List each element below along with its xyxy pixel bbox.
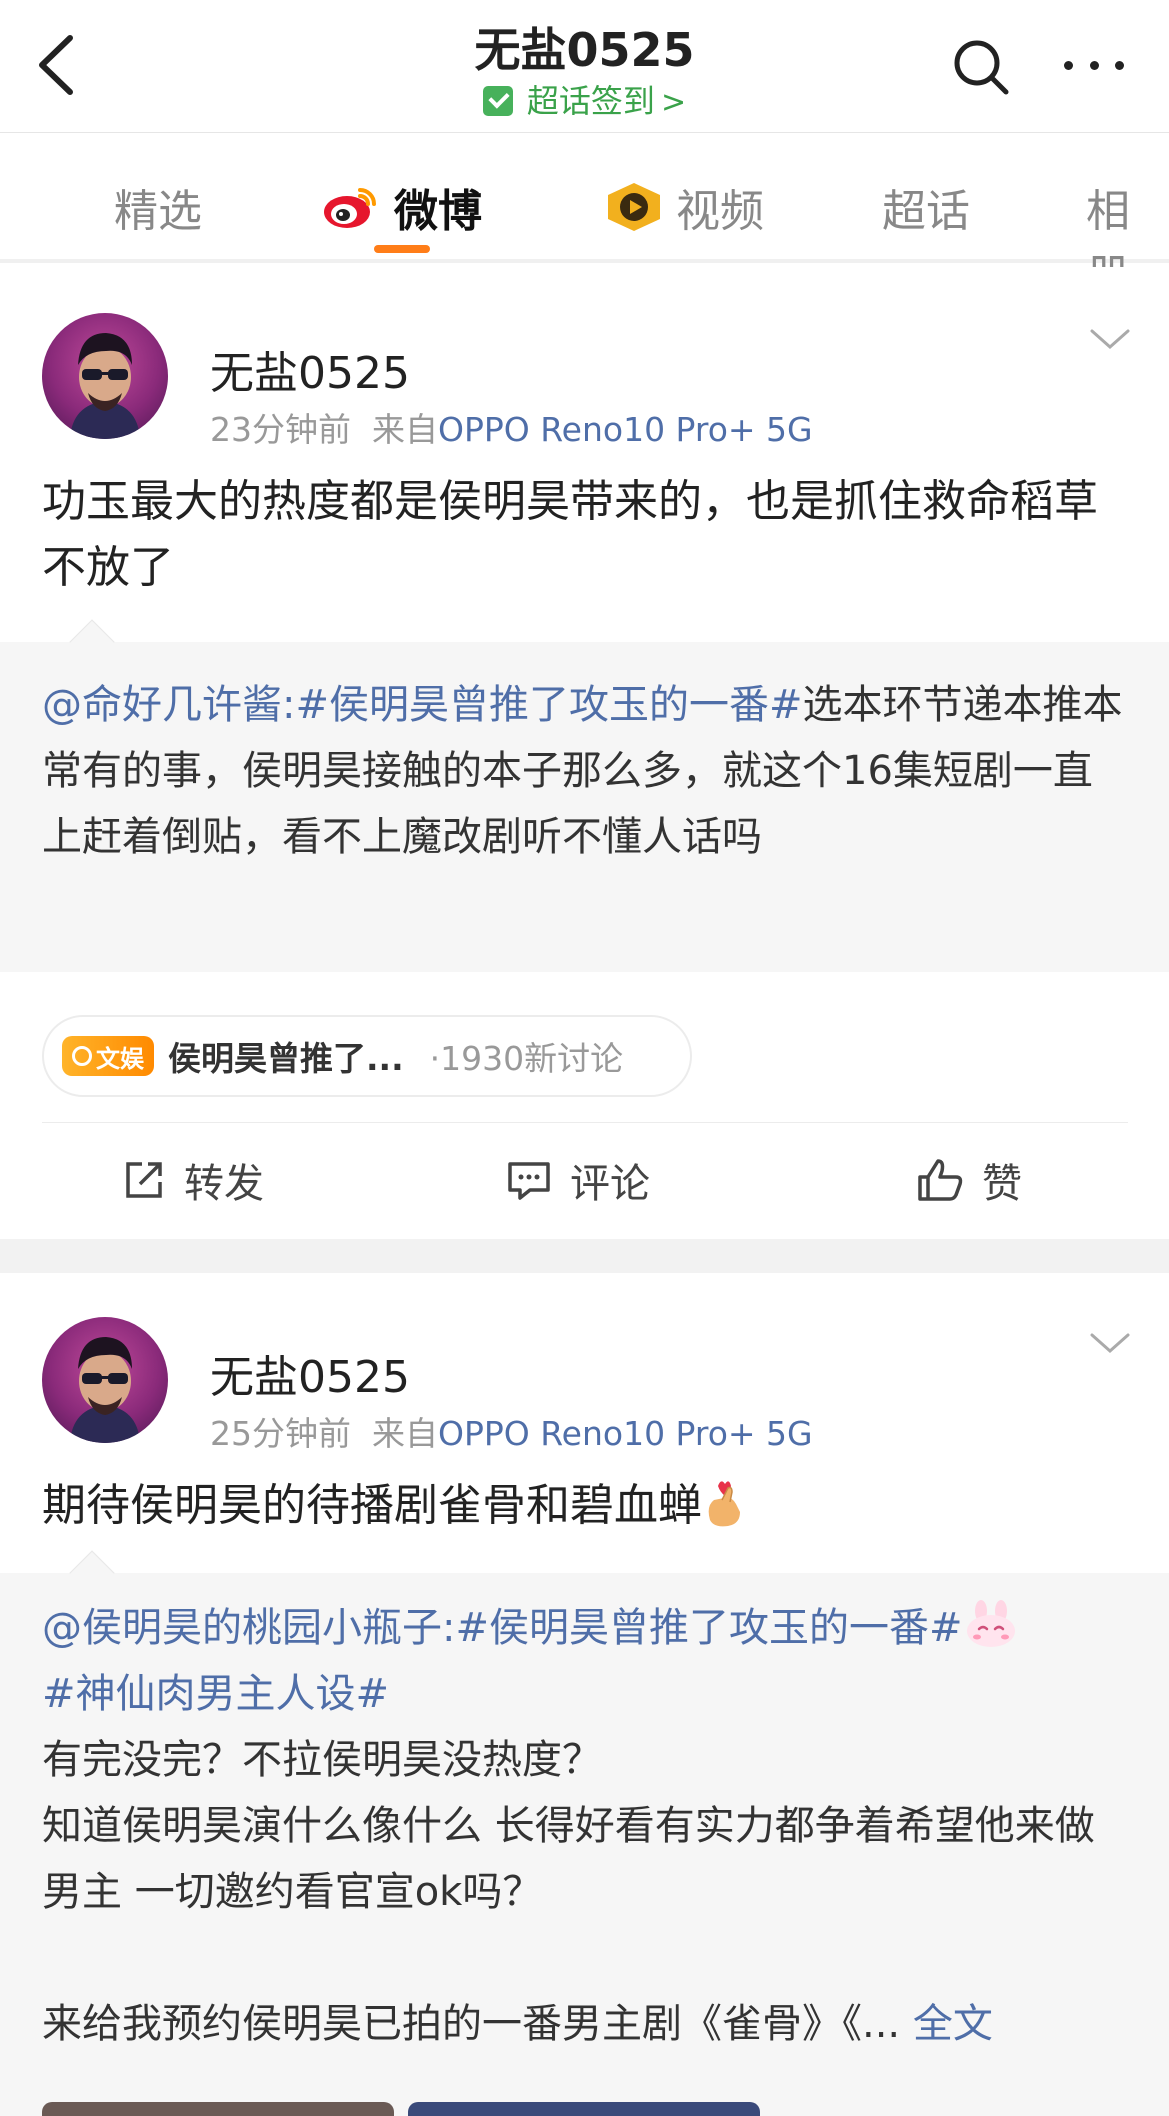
avatar-image: [70, 333, 140, 439]
repost-text: @侯明昊的桃园小瓶子:#侯明昊曾推了攻玉的一番# #神仙肉男主人设# 有完没完？不…: [42, 1595, 1132, 2057]
tab-bar: 精选 微博 视频 超话 相册: [0, 133, 1169, 301]
topic-badge: 文娱: [62, 1036, 154, 1076]
repost-notch: [69, 1550, 115, 1596]
comment-button[interactable]: 评论: [506, 1151, 650, 1209]
feed-post: 无盐0525 25分钟前 来自OPPO Reno10 Pro+ 5G 期待侯明昊…: [0, 1273, 1169, 2116]
active-tab-indicator: [374, 245, 430, 253]
mention-link[interactable]: @侯明昊的桃园小瓶子:: [42, 1605, 455, 1651]
post-meta: 23分钟前 来自OPPO Reno10 Pro+ 5G: [210, 403, 813, 451]
more-options-icon[interactable]: [1064, 50, 1124, 80]
image-thumbnails: [42, 2102, 1132, 2116]
search-icon[interactable]: [950, 36, 1012, 98]
source-prefix: 来自: [371, 410, 438, 449]
like-button[interactable]: 赞: [916, 1151, 1022, 1209]
repost-button[interactable]: 转发: [122, 1151, 264, 1209]
post-time: 23分钟前: [210, 410, 351, 449]
topic-name: 侯明昊曾推了...: [168, 1039, 404, 1078]
chevron-right-icon: >: [660, 85, 687, 120]
tab-featured[interactable]: 精选: [114, 175, 202, 239]
post-time: 25分钟前: [210, 1414, 351, 1453]
tab-supertopic[interactable]: 超话: [882, 175, 970, 239]
repost-line-3: 来给我预约侯明昊已拍的一番男主剧《雀骨》《...: [42, 2001, 901, 2047]
search-icon: [72, 1046, 92, 1066]
action-bar: 转发 评论 赞: [42, 1122, 1128, 1232]
topic-link-2[interactable]: #神仙肉男主人设#: [42, 1671, 389, 1717]
repost-line-2: 知道侯明昊演什么像什么 长得好看有实力都争着希望他来做男主 一切邀约看官宣ok吗…: [42, 1803, 1095, 1915]
avatar-image: [70, 1337, 140, 1443]
checkin-label: 超话签到: [526, 82, 655, 120]
avatar[interactable]: [42, 313, 168, 439]
feed-post: 无盐0525 23分钟前 来自OPPO Reno10 Pro+ 5G 功玉最大的…: [0, 267, 1169, 1239]
chevron-down-icon[interactable]: [1088, 1331, 1132, 1357]
source-prefix: 来自: [371, 1414, 438, 1453]
calendar-check-icon: [482, 86, 513, 116]
user-name[interactable]: 无盐0525: [210, 1341, 410, 1405]
thumbnail-image[interactable]: [42, 2102, 394, 2116]
thumbs-up-icon: [918, 1159, 963, 1201]
tab-video[interactable]: 视频: [604, 175, 764, 239]
tab-weibo[interactable]: 微博: [322, 175, 482, 239]
user-name[interactable]: 无盐0525: [210, 337, 410, 401]
video-logo-icon: [608, 183, 660, 231]
weibo-logo-icon: [324, 188, 376, 228]
device-link[interactable]: OPPO Reno10 Pro+ 5G: [438, 410, 813, 449]
repost-text: @命好几许酱:#侯明昊曾推了攻玉的一番#选本环节递本推本常有的事，侯明昊接触的本…: [42, 672, 1132, 870]
full-text-link[interactable]: 全文: [913, 2001, 993, 2047]
comment-icon: [508, 1162, 550, 1200]
topic-card[interactable]: 文娱 侯明昊曾推了... ·1930新讨论: [42, 1015, 692, 1097]
post-text: 功玉最大的热度都是侯明昊带来的，也是抓住救命稻草不放了: [42, 476, 1098, 593]
repost-notch: [69, 619, 115, 665]
device-link[interactable]: OPPO Reno10 Pro+ 5G: [438, 1414, 813, 1453]
post-text: 期待侯明昊的待播剧雀骨和碧血蝉: [42, 1473, 1132, 1539]
repost-block[interactable]: @侯明昊的桃园小瓶子:#侯明昊曾推了攻玉的一番# #神仙肉男主人设# 有完没完？不…: [0, 1550, 1169, 2116]
post-separator: [0, 1239, 1169, 1273]
top-bar: 无盐0525 超话签到 >: [0, 0, 1169, 133]
repost-line-1: 有完没完？不拉侯明昊没热度？: [42, 1737, 602, 1783]
repost-block[interactable]: @命好几许酱:#侯明昊曾推了攻玉的一番#选本环节递本推本常有的事，侯明昊接触的本…: [0, 619, 1169, 972]
avatar[interactable]: [42, 1317, 168, 1443]
finger-heart-emoji-icon: [708, 1481, 740, 1527]
topic-count: ·1930新讨论: [429, 1039, 624, 1078]
topic-link[interactable]: #侯明昊曾推了攻玉的一番#: [455, 1605, 962, 1651]
share-icon: [126, 1162, 162, 1198]
thumbnail-image[interactable]: [408, 2102, 760, 2116]
mention-link[interactable]: @命好几许酱:: [42, 682, 295, 728]
post-meta: 25分钟前 来自OPPO Reno10 Pro+ 5G: [210, 1407, 813, 1455]
chevron-down-icon[interactable]: [1088, 327, 1132, 353]
bunny-emoji-icon: [966, 1600, 1015, 1647]
topic-link[interactable]: #侯明昊曾推了攻玉的一番#: [295, 682, 802, 728]
